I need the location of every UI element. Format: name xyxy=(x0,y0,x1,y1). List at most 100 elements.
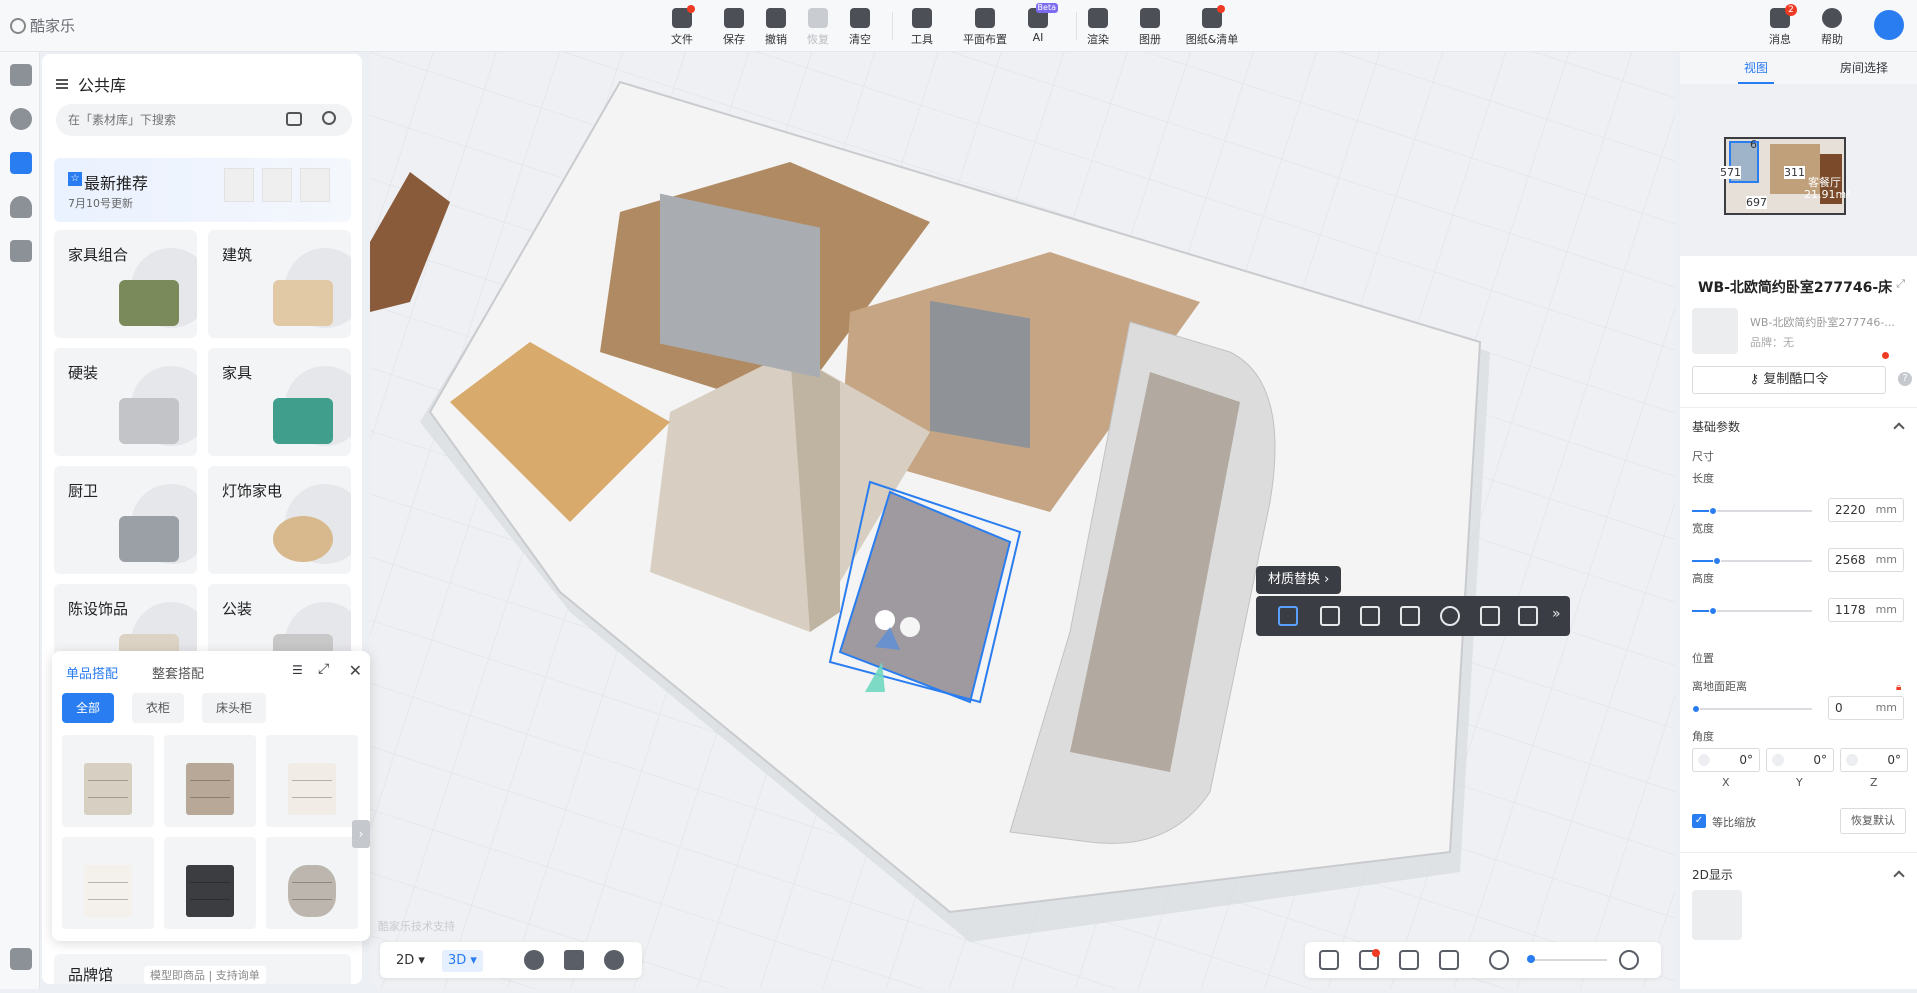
reset-default-button[interactable]: 恢复默认 xyxy=(1840,808,1906,834)
save-button[interactable]: 保存 xyxy=(712,8,756,47)
furniture-icon[interactable] xyxy=(10,240,32,262)
minimap[interactable]: 6 571 311 697 客餐厅 21.91m² xyxy=(1680,84,1917,256)
ai-button[interactable]: Beta AI xyxy=(1016,3,1060,44)
angle-x-input[interactable]: 0° xyxy=(1692,748,1760,772)
category-lighting[interactable]: 灯饰家电 xyxy=(208,466,351,574)
album-button[interactable]: 图册 xyxy=(1128,8,1172,47)
2d-display-header[interactable]: 2D显示 xyxy=(1692,866,1733,883)
layers-icon[interactable] xyxy=(10,64,32,86)
zoom-slider-handle[interactable] xyxy=(1527,955,1535,963)
proportional-scale-checkbox[interactable]: ✓ xyxy=(1692,814,1706,828)
model-card[interactable]: WB-北欧简约卧室277746-... 品牌：无 xyxy=(1688,308,1910,356)
zoom-fit-icon[interactable] xyxy=(1439,950,1459,970)
ground-input[interactable]: 0 mm xyxy=(1828,696,1904,720)
sort-icon[interactable]: ☰ xyxy=(292,663,303,677)
eye-icon[interactable] xyxy=(524,950,544,970)
panel-toggle-icon[interactable] xyxy=(10,948,32,970)
category-furniture-set[interactable]: 家具组合 xyxy=(54,230,197,338)
category-kitchen-bath[interactable]: 厨卫 xyxy=(54,466,197,574)
chip-all[interactable]: 全部 xyxy=(62,693,115,723)
product-item[interactable] xyxy=(164,735,256,827)
chevron-up-icon[interactable] xyxy=(1893,870,1905,882)
camera-settings-icon[interactable] xyxy=(1359,949,1380,970)
tab-set-match[interactable]: 整套搭配 xyxy=(152,663,204,682)
zoom-out-icon[interactable] xyxy=(1489,950,1509,970)
app-logo[interactable]: 酷家乐 xyxy=(10,15,75,36)
undo-button[interactable]: 撤销 xyxy=(754,8,798,47)
chip-wardrobe[interactable]: 衣柜 xyxy=(132,693,185,723)
help-button[interactable]: 帮助 xyxy=(1810,8,1854,47)
camera-search-icon[interactable] xyxy=(286,112,302,126)
minimap-room-area: 21.91m² xyxy=(1804,188,1851,201)
trash-icon[interactable] xyxy=(1518,606,1538,626)
bulb-icon[interactable] xyxy=(10,108,32,130)
cube-icon[interactable] xyxy=(564,950,584,970)
product-item[interactable] xyxy=(164,837,256,929)
latest-recommend-card[interactable]: ☆ 最新推荐 7月10号更新 xyxy=(54,158,351,222)
product-item[interactable] xyxy=(266,837,358,929)
length-slider[interactable] xyxy=(1692,507,1812,515)
lock-icon[interactable]: 🔒︎ xyxy=(1896,682,1901,693)
width-slider[interactable] xyxy=(1692,557,1812,565)
add-copy-icon[interactable] xyxy=(1400,606,1420,626)
floor-plan-button[interactable]: 平面布置 xyxy=(956,8,1014,47)
2d-display-thumbnail[interactable] xyxy=(1692,890,1742,940)
basic-params-header[interactable]: 基础参数 xyxy=(1692,418,1740,435)
zoom-in-icon[interactable] xyxy=(1619,950,1639,970)
list-icon[interactable] xyxy=(56,79,68,89)
search-icon[interactable] xyxy=(322,111,336,125)
gauge-icon[interactable] xyxy=(604,950,624,970)
brand-hall[interactable]: 品牌馆 模型即商品 | 支持询单 xyxy=(54,954,351,984)
star-icon[interactable] xyxy=(1480,606,1500,626)
tab-single-match[interactable]: 单品搭配 xyxy=(66,663,118,682)
category-furniture[interactable]: 家具 xyxy=(208,348,351,456)
mirror-icon[interactable] xyxy=(1320,606,1340,626)
view-3d-button[interactable]: 3D ▾ xyxy=(442,950,483,972)
screenshot-icon[interactable] xyxy=(1319,950,1339,970)
category-hard-decoration[interactable]: 硬装 xyxy=(54,348,197,456)
product-item[interactable] xyxy=(62,735,154,827)
render-button[interactable]: 渲染 xyxy=(1076,8,1120,47)
next-page-button[interactable]: › xyxy=(352,820,370,848)
move-icon[interactable] xyxy=(1278,606,1298,626)
angle-y-input[interactable]: 0° xyxy=(1766,748,1834,772)
library-icon[interactable] xyxy=(10,152,32,174)
product-item[interactable] xyxy=(266,735,358,827)
category-building[interactable]: 建筑 xyxy=(208,230,351,338)
tab-room-select[interactable]: 房间选择 xyxy=(1840,59,1888,76)
tools-button[interactable]: 工具 xyxy=(900,8,944,47)
angle-z-input[interactable]: 0° xyxy=(1840,748,1908,772)
height-slider[interactable] xyxy=(1692,607,1812,615)
home-icon xyxy=(672,5,695,28)
height-input[interactable]: 1178 mm xyxy=(1828,598,1904,622)
user-icon[interactable] xyxy=(10,196,32,218)
expand-icon[interactable]: ⤢ xyxy=(318,661,329,677)
more-icon[interactable]: » xyxy=(1552,606,1561,622)
copy-code-button[interactable]: ⚷ 复制酷口令 xyxy=(1692,366,1886,394)
messages-button[interactable]: 2 消息 xyxy=(1758,4,1802,47)
search-input[interactable] xyxy=(56,104,352,136)
redo-button[interactable]: 恢复 xyxy=(796,8,840,47)
swap-icon[interactable] xyxy=(1360,606,1380,626)
file-button[interactable]: 文件 xyxy=(660,5,704,47)
length-input[interactable]: 2220 mm xyxy=(1828,498,1904,522)
width-input[interactable]: 2568 mm xyxy=(1828,548,1904,572)
material-replace-tip[interactable]: 材质替换 › xyxy=(1256,566,1342,594)
zoom-slider[interactable] xyxy=(1527,959,1607,961)
scene-canvas xyxy=(370,52,1675,989)
close-icon[interactable]: ✕ xyxy=(349,661,362,680)
drawings-list-button[interactable]: 图纸&清单 xyxy=(1180,5,1244,47)
view-2d-button[interactable]: 2D ▾ xyxy=(390,950,431,972)
expand-icon[interactable]: ⤢ xyxy=(1896,277,1905,291)
chip-nightstand[interactable]: 床头柜 xyxy=(202,693,267,723)
3d-viewport[interactable] xyxy=(370,52,1675,989)
tab-view[interactable]: 视图 xyxy=(1737,59,1775,84)
help-icon[interactable]: ? xyxy=(1898,372,1912,386)
avatar[interactable] xyxy=(1874,10,1904,40)
chevron-up-icon[interactable] xyxy=(1893,422,1905,434)
product-item[interactable] xyxy=(62,837,154,929)
ground-slider[interactable] xyxy=(1692,705,1812,713)
focus-icon[interactable] xyxy=(1399,950,1419,970)
hide-icon[interactable] xyxy=(1440,606,1460,626)
clear-button[interactable]: 清空 xyxy=(838,8,882,47)
